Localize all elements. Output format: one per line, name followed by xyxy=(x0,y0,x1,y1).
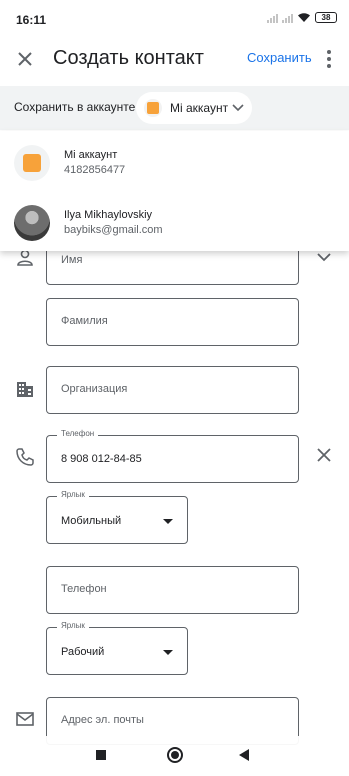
account-menu-item-google[interactable]: Ilya Mikhaylovskiy baybiks@gmail.com xyxy=(0,191,349,251)
account-selector[interactable]: Mi аккаунт xyxy=(136,92,252,124)
organization-field[interactable]: Организация xyxy=(46,366,299,414)
phone-icon xyxy=(16,448,34,466)
app-bar: Создать контакт Сохранить xyxy=(0,40,349,78)
phone2-type-value: Рабочий xyxy=(61,646,105,658)
organization-placeholder: Организация xyxy=(61,383,128,395)
expand-more-icon[interactable] xyxy=(314,248,334,268)
status-bar: 16:11 38 xyxy=(0,0,349,40)
phone-type-value: Мобильный xyxy=(61,515,122,527)
avatar xyxy=(14,205,50,241)
chevron-down-icon xyxy=(232,104,244,112)
home-icon[interactable] xyxy=(167,747,183,763)
phone-type-label: Ярлык xyxy=(57,490,89,499)
last-name-field[interactable]: Фамилия xyxy=(46,298,299,346)
account-menu-item-mi[interactable]: Mi аккаунт 4182856477 xyxy=(0,131,349,191)
save-to-account-label: Сохранить в аккаунте xyxy=(14,100,136,114)
account-email: baybiks@gmail.com xyxy=(64,224,163,236)
save-to-account-bar: Сохранить в аккаунте Mi аккаунт xyxy=(0,86,349,130)
phone-field-value: 8 908 012-84-85 xyxy=(61,453,142,465)
recents-icon[interactable] xyxy=(96,750,106,760)
phone-type-select[interactable]: Ярлык Мобильный xyxy=(46,490,188,544)
account-name: Ilya Mikhaylovskiy xyxy=(64,209,153,221)
more-vert-icon[interactable] xyxy=(321,47,337,71)
save-button[interactable]: Сохранить xyxy=(247,50,312,65)
system-nav-bar xyxy=(0,736,349,776)
phone2-type-label: Ярлык xyxy=(57,621,89,630)
phone2-field[interactable]: Телефон xyxy=(46,566,299,614)
wifi-icon xyxy=(298,13,310,22)
status-time: 16:11 xyxy=(16,13,47,27)
page-title: Создать контакт xyxy=(53,47,204,69)
status-icons: 38 xyxy=(267,12,337,23)
mi-account-icon xyxy=(144,99,162,117)
signal-icon xyxy=(267,12,278,23)
signal-icon-2 xyxy=(282,12,293,23)
account-selector-label: Mi аккаунт xyxy=(170,101,229,115)
battery-icon: 38 xyxy=(315,12,337,23)
person-icon xyxy=(17,249,33,266)
close-icon[interactable] xyxy=(14,48,36,70)
business-icon xyxy=(17,382,33,397)
phone2-placeholder: Телефон xyxy=(61,583,107,595)
phone-field[interactable]: Телефон 8 908 012-84-85 xyxy=(46,429,299,483)
email-icon xyxy=(16,712,34,726)
account-menu: Mi аккаунт 4182856477 Ilya Mikhaylovskiy… xyxy=(0,131,349,251)
first-name-placeholder: Имя xyxy=(61,254,83,266)
account-id: 4182856477 xyxy=(64,164,126,176)
phone2-type-select[interactable]: Ярлык Рабочий xyxy=(46,621,188,675)
last-name-placeholder: Фамилия xyxy=(61,315,108,327)
back-icon[interactable] xyxy=(239,749,249,761)
account-name: Mi аккаунт xyxy=(64,149,118,161)
mi-account-icon xyxy=(14,145,50,181)
email-placeholder: Адрес эл. почты xyxy=(61,714,144,726)
phone-field-label: Телефон xyxy=(57,429,99,438)
dropdown-arrow-icon xyxy=(163,519,173,524)
clear-phone-icon[interactable] xyxy=(314,445,334,465)
dropdown-arrow-icon xyxy=(163,650,173,655)
